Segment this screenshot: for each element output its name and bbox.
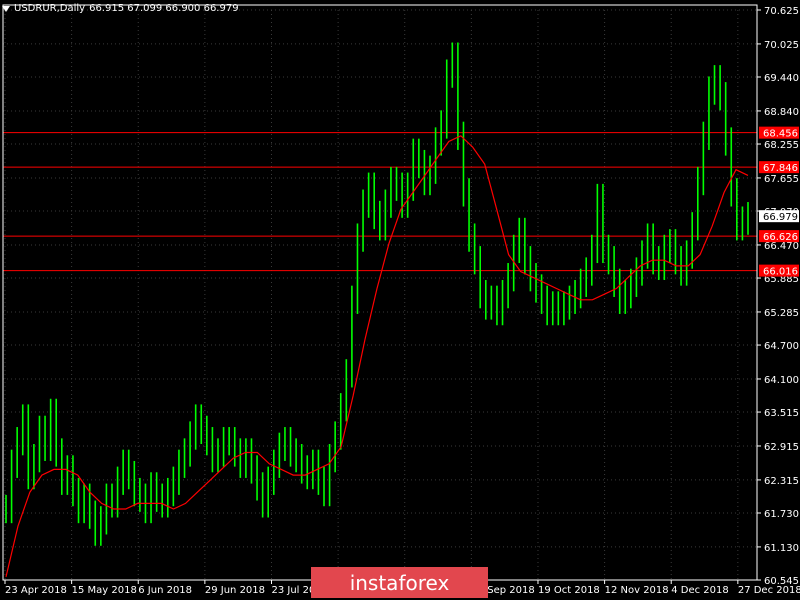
y-tick-label: 62.315 [764,476,799,487]
x-tick-label: 12 Nov 2018 [605,585,669,596]
current-price-label: 66.979 [763,212,798,223]
y-tick-label: 61.130 [764,543,799,554]
level-label: 66.626 [763,232,798,243]
y-tick-label: 65.285 [764,308,799,319]
y-tick-label: 67.655 [764,174,799,185]
watermark-text: instaforex [349,570,450,595]
ohlc-values: 66.915 67.099 66.900 66.979 [89,3,239,14]
y-tick-label: 63.515 [764,408,799,419]
y-tick-label: 70.625 [764,6,799,17]
y-tick-label: 64.700 [764,341,799,352]
x-tick-label: 23 Apr 2018 [5,585,67,596]
dropdown-arrow-icon[interactable] [2,5,10,12]
x-tick-label: 6 Jun 2018 [138,585,192,596]
chart-header[interactable]: USDRUR,Daily 66.915 67.099 66.900 66.979 [2,3,239,14]
y-tick-label: 62.915 [764,442,799,453]
level-label: 67.846 [763,163,798,174]
x-tick-label: 29 Jun 2018 [205,585,265,596]
x-tick-label: 15 May 2018 [72,585,137,596]
level-label: 68.456 [763,129,798,140]
y-tick-label: 64.100 [764,375,799,386]
y-tick-label: 68.840 [764,107,799,118]
x-tick-label: 27 Dec 2018 [738,585,800,596]
price-candles [5,42,749,546]
plot-frame [2,4,758,581]
y-tick-label: 68.255 [764,140,799,151]
y-tick-label: 69.440 [764,73,799,84]
y-tick-label: 70.025 [764,40,799,51]
x-tick-label: 4 Dec 2018 [671,585,729,596]
chart-axes: 70.62570.02569.44068.84068.25567.65567.0… [2,4,800,596]
y-tick-label: 61.730 [764,509,799,520]
symbol-label: USDRUR,Daily [14,3,86,14]
price-chart: 70.62570.02569.44068.84068.25567.65567.0… [2,4,800,596]
level-label: 66.016 [763,267,798,278]
x-tick-label: 19 Oct 2018 [538,585,600,596]
chart-grid [3,9,757,581]
instaforex-logo: instaforex [311,567,488,598]
